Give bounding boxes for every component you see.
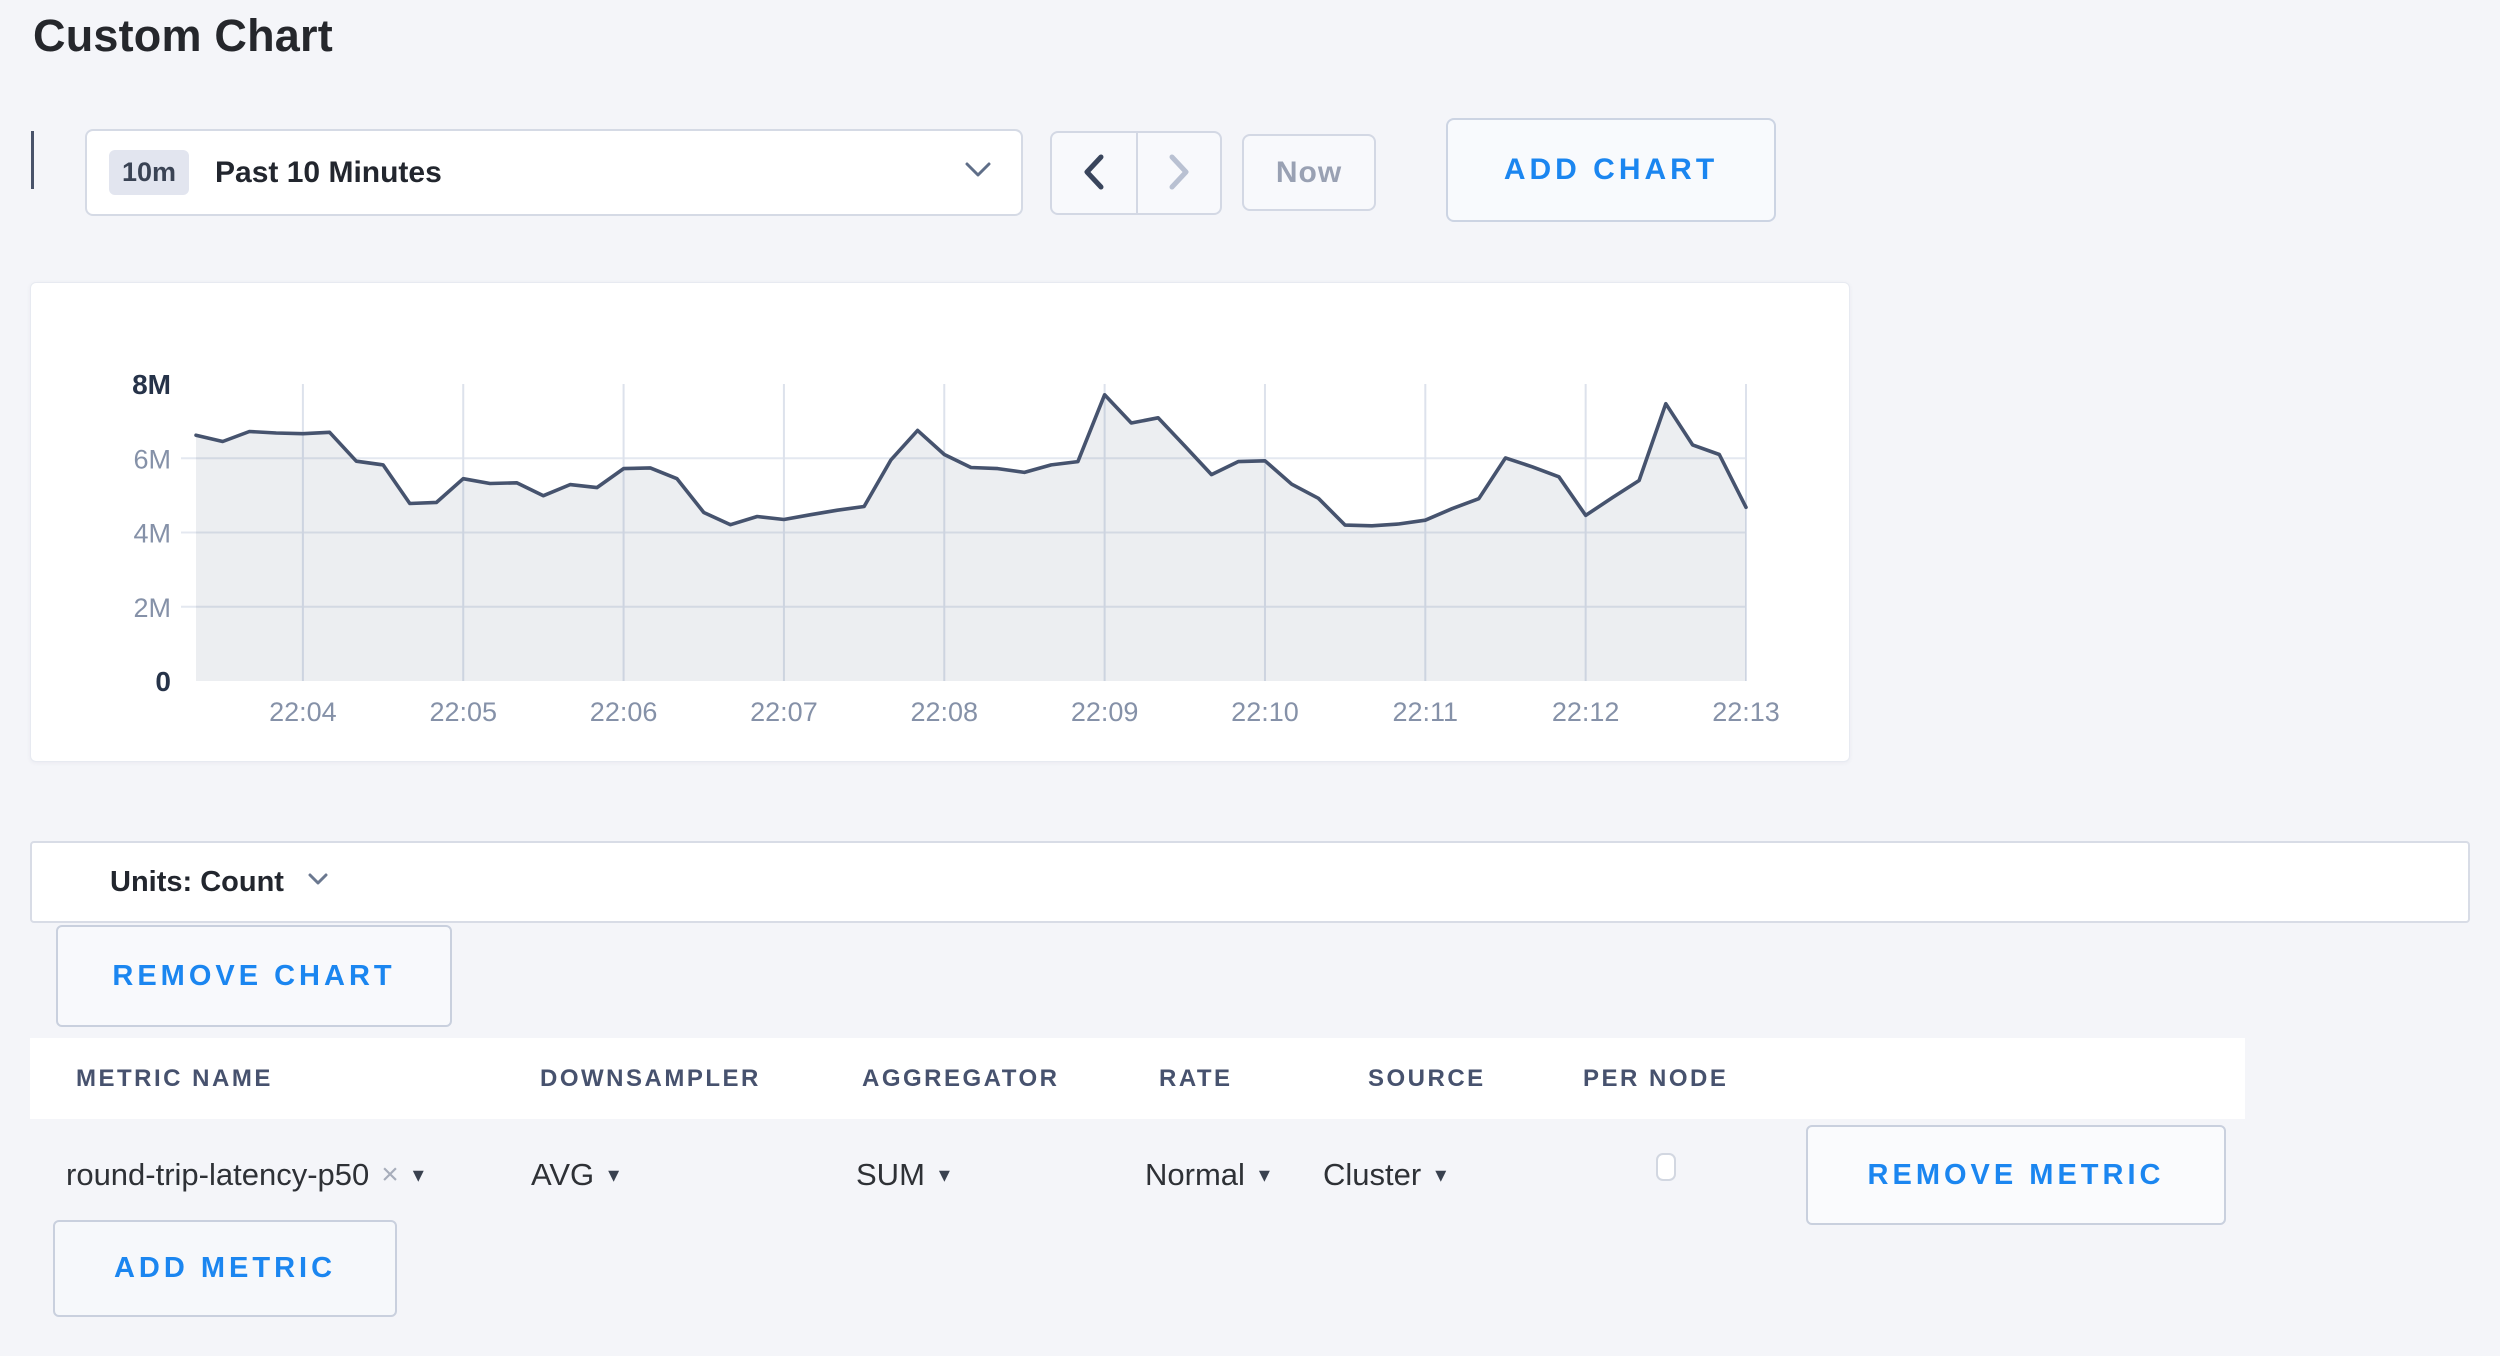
remove-metric-button[interactable]: REMOVE METRIC	[1806, 1125, 2226, 1225]
svg-text:22:10: 22:10	[1231, 697, 1299, 727]
chevron-down-icon	[308, 873, 328, 891]
svg-text:2M: 2M	[133, 593, 171, 623]
time-window-nav	[1050, 131, 1222, 215]
svg-text:22:12: 22:12	[1552, 697, 1620, 727]
source-value: Cluster	[1323, 1157, 1421, 1193]
chart-group-handle	[31, 131, 34, 189]
remove-chart-button[interactable]: REMOVE CHART	[56, 925, 452, 1027]
caret-down-icon: ▾	[608, 1164, 619, 1186]
chevron-right-icon	[1166, 153, 1192, 194]
aggregator-value: SUM	[856, 1157, 925, 1193]
svg-text:6M: 6M	[133, 444, 171, 474]
column-header-metric-name: METRIC NAME	[76, 1038, 273, 1119]
units-dropdown-label: Units: Count	[110, 866, 284, 899]
svg-text:22:05: 22:05	[429, 697, 497, 727]
svg-text:4M: 4M	[133, 519, 171, 549]
source-dropdown[interactable]: Cluster ▾	[1323, 1119, 1446, 1231]
svg-text:8M: 8M	[132, 369, 171, 400]
svg-text:22:04: 22:04	[269, 697, 337, 727]
metrics-table-header: METRIC NAME DOWNSAMPLER AGGREGATOR RATE …	[30, 1038, 2245, 1119]
next-time-button[interactable]	[1136, 133, 1220, 213]
column-header-aggregator: AGGREGATOR	[862, 1038, 1059, 1119]
svg-text:22:08: 22:08	[910, 697, 978, 727]
add-chart-button[interactable]: ADD CHART	[1446, 118, 1776, 222]
units-dropdown[interactable]: Units: Count	[30, 841, 2470, 923]
svg-text:0: 0	[155, 666, 171, 697]
metric-name-value: round-trip-latency-p50	[66, 1157, 369, 1193]
svg-text:22:09: 22:09	[1071, 697, 1139, 727]
custom-chart-svg: 0 2M 4M 6M 8M 22:04 22:05 22:06 22:07 22:08 22:09 2…	[31, 283, 1849, 761]
chevron-left-icon	[1081, 153, 1107, 194]
metric-name-dropdown[interactable]: round-trip-latency-p50 × ▾	[66, 1119, 424, 1231]
column-header-rate: RATE	[1159, 1038, 1233, 1119]
column-header-downsampler: DOWNSAMPLER	[540, 1038, 761, 1119]
add-metric-button[interactable]: ADD METRIC	[53, 1220, 397, 1317]
custom-chart-page: Custom Chart 10m Past 10 Minutes Now ADD…	[0, 0, 2500, 1356]
caret-down-icon: ▾	[939, 1164, 950, 1186]
chevron-down-icon	[965, 162, 991, 183]
page-title: Custom Chart	[33, 10, 333, 62]
column-header-per-node: PER NODE	[1583, 1038, 1728, 1119]
time-range-select[interactable]: 10m Past 10 Minutes	[85, 129, 1023, 216]
svg-text:22:13: 22:13	[1712, 697, 1780, 727]
caret-down-icon: ▾	[1259, 1164, 1270, 1186]
aggregator-dropdown[interactable]: SUM ▾	[856, 1119, 950, 1231]
caret-down-icon: ▾	[413, 1164, 424, 1186]
svg-text:22:07: 22:07	[750, 697, 818, 727]
clear-metric-icon[interactable]: ×	[381, 1158, 399, 1192]
prev-time-button[interactable]	[1052, 133, 1136, 213]
column-header-source: SOURCE	[1368, 1038, 1486, 1119]
svg-text:22:06: 22:06	[590, 697, 658, 727]
time-range-label: Past 10 Minutes	[215, 156, 442, 190]
caret-down-icon: ▾	[1435, 1164, 1446, 1186]
per-node-checkbox[interactable]	[1656, 1153, 1676, 1181]
downsampler-dropdown[interactable]: AVG ▾	[531, 1119, 619, 1231]
time-range-badge: 10m	[109, 150, 189, 195]
svg-text:22:11: 22:11	[1393, 697, 1459, 727]
chart-card: 0 2M 4M 6M 8M 22:04 22:05 22:06 22:07 22:08 22:09 2…	[30, 282, 1850, 762]
now-button[interactable]: Now	[1242, 134, 1376, 211]
rate-dropdown[interactable]: Normal ▾	[1145, 1119, 1270, 1231]
downsampler-value: AVG	[531, 1157, 594, 1193]
rate-value: Normal	[1145, 1157, 1245, 1193]
